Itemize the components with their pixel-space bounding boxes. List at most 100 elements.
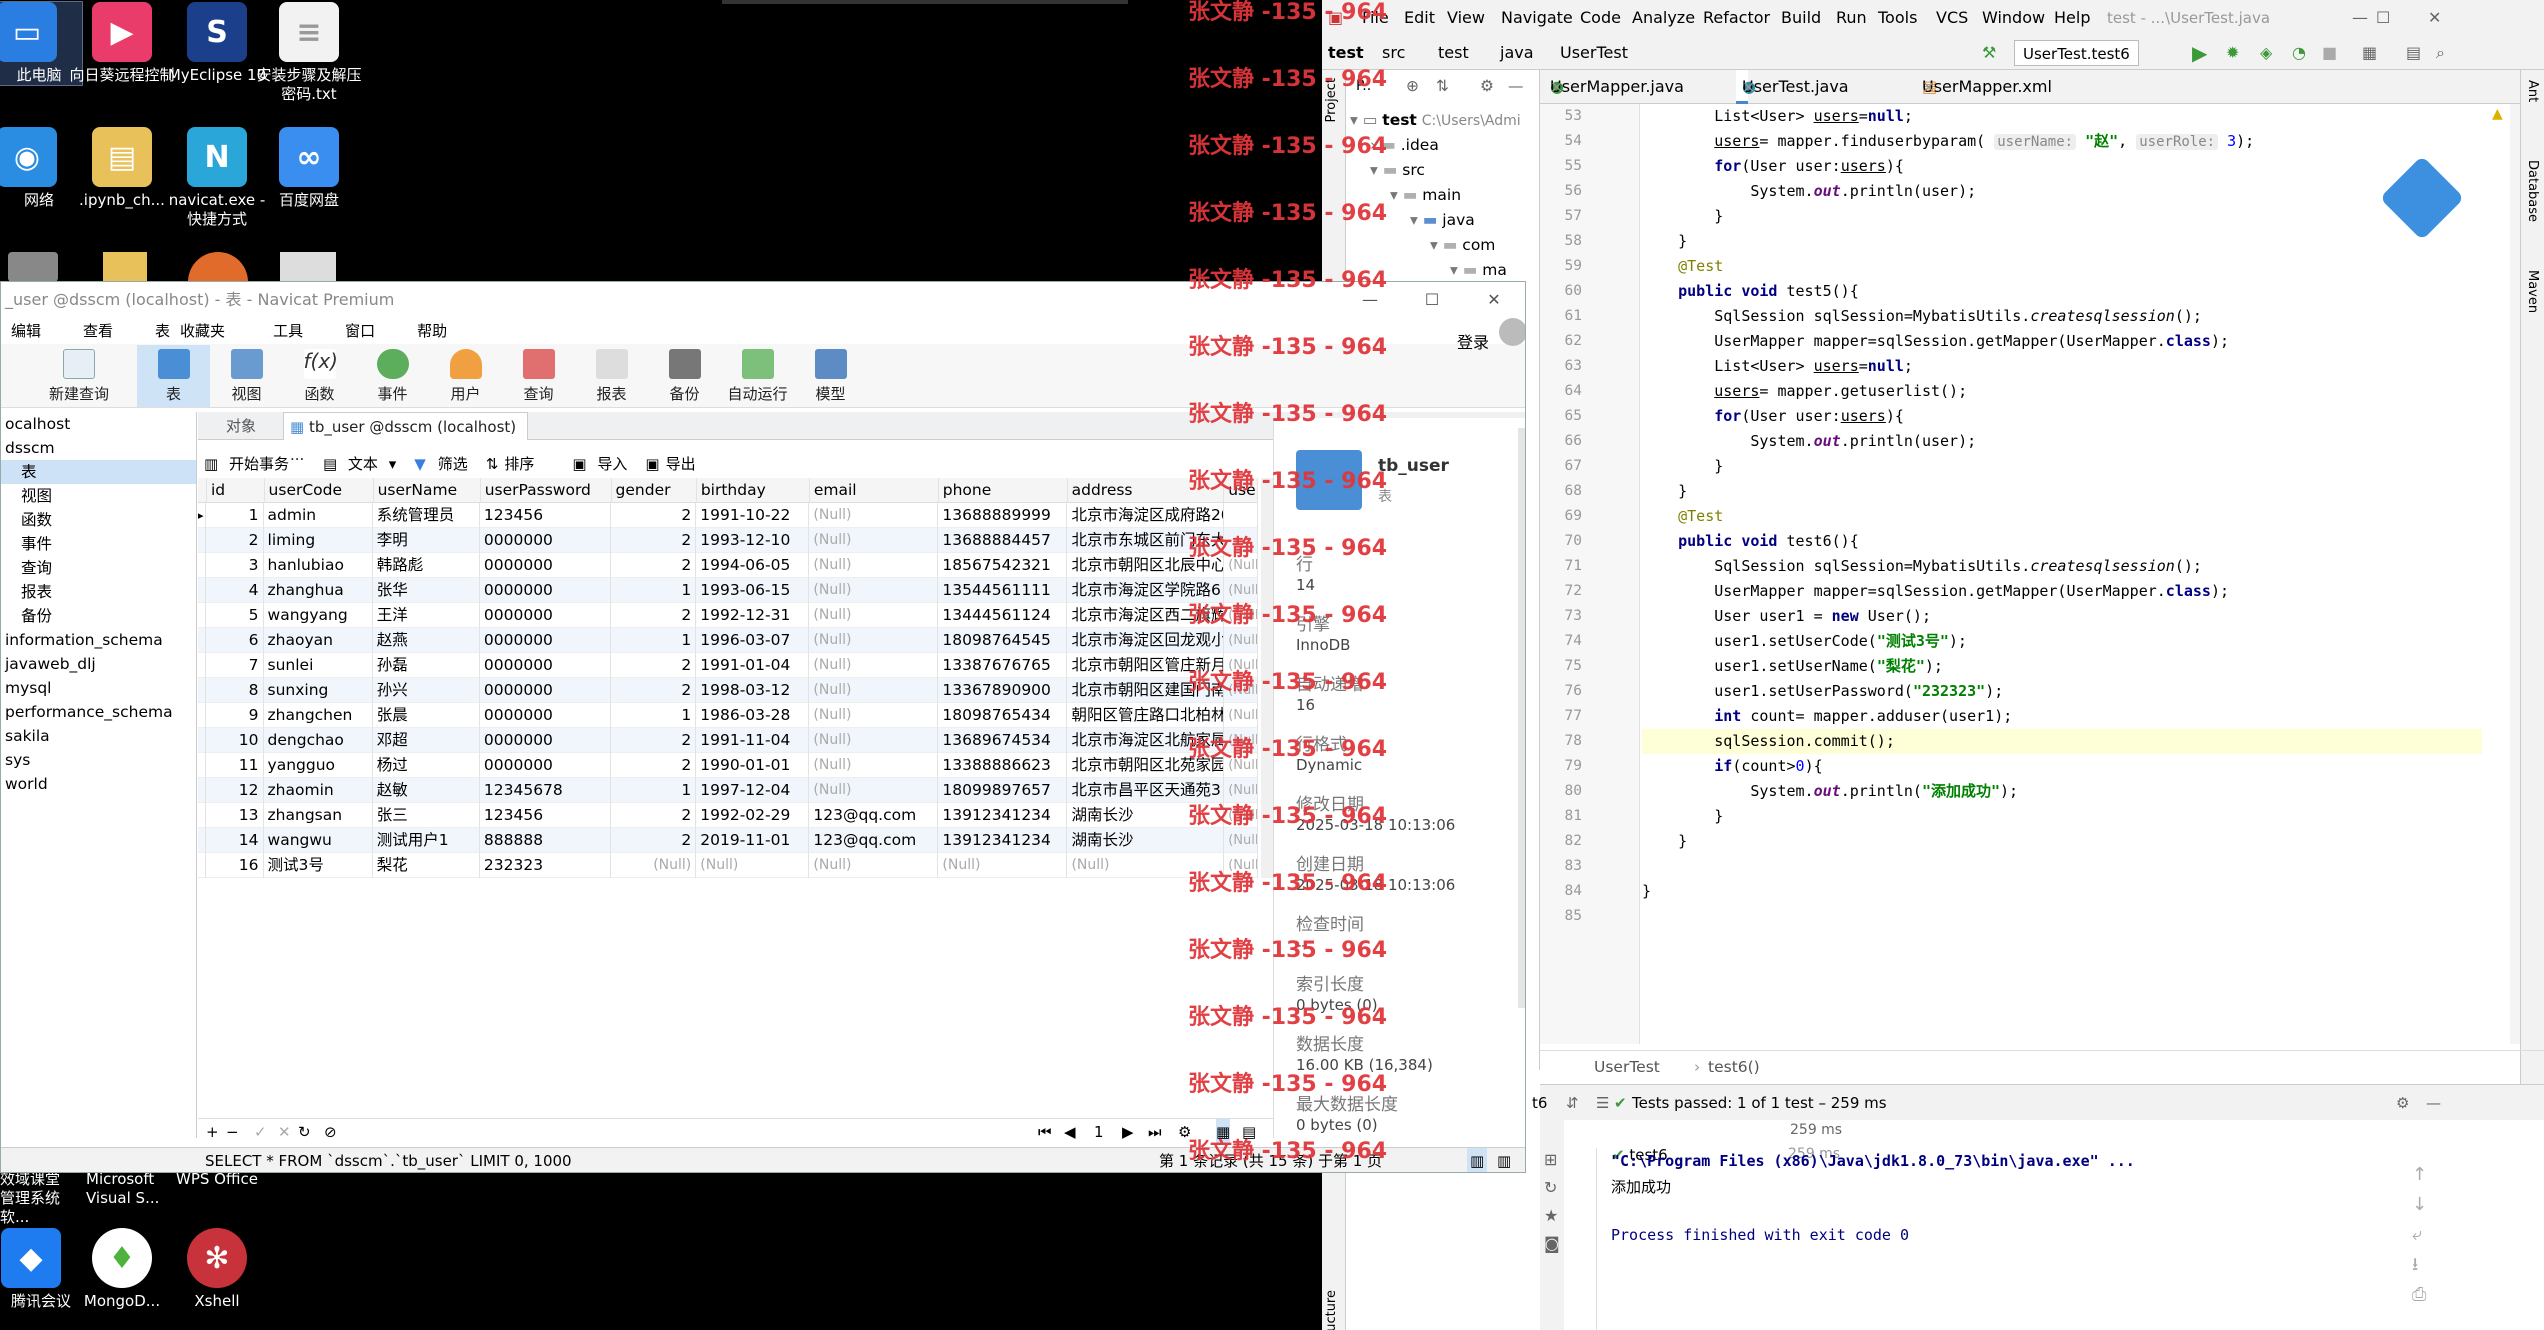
table-cell[interactable]: 梨花 [373,853,480,878]
table-cell[interactable]: (Null) [938,853,1068,878]
table-cell[interactable]: 朝阳区管庄路口北柏林 [1067,703,1225,728]
table-cell[interactable]: 0000000 [480,603,611,628]
table-cell[interactable]: sunlei [264,653,373,678]
delete-record-button[interactable]: − [226,1119,239,1145]
column-header[interactable]: birthday [697,478,810,503]
table-cell[interactable]: 2 [611,603,697,628]
page-number[interactable]: 1 [1094,1119,1104,1145]
run-icon[interactable]: ▶ [2192,36,2207,70]
table-cell[interactable]: 1992-02-29 [696,803,810,828]
table-row[interactable]: 4 zhanghua 张华 0000000 1 1993-06-15 (Null) 13544… [198,578,1258,603]
table-cell[interactable]: 1986-03-28 [696,703,810,728]
table-row[interactable]: 8 sunxing 孙兴 0000000 2 1998-03-12 (Null) 133678… [198,678,1258,703]
table-cell[interactable]: 2 [611,803,697,828]
table-cell[interactable]: (Null) [809,728,939,753]
table-cell[interactable]: 8 [206,678,264,703]
breadcrumb-java[interactable]: java [1500,36,1534,70]
collapse-icon[interactable]: ⇅ [1436,74,1449,99]
table-cell[interactable]: 孙兴 [373,678,480,703]
table-cell[interactable]: 13688889999 [938,503,1068,528]
text-button[interactable]: ▤ 文本 ▾ [317,452,402,476]
toolbar-report[interactable]: 报表 [575,345,648,407]
table-cell[interactable]: zhanghua [264,578,373,603]
toolbar-view[interactable]: 视图 [210,345,283,407]
table-cell[interactable]: 13688884457 [938,528,1068,553]
table-cell[interactable]: 1 [611,703,697,728]
row-marker[interactable]: ▸ [198,503,206,528]
menu-view[interactable]: 查看 [73,318,123,344]
console-output[interactable]: "C:\Program Files (x86)\Java\jdk1.8.0_73… [1596,1148,2386,1330]
table-cell[interactable]: 13 [206,803,264,828]
row-marker[interactable] [198,803,206,828]
scroll-end-icon[interactable]: ⭳ [2412,1250,2442,1280]
toolbar-model[interactable]: 模型 [794,345,867,407]
table-cell[interactable]: 赵敏 [373,778,480,803]
table-cell[interactable]: wangyang [264,603,373,628]
run-hide-icon[interactable]: — [2426,1085,2441,1121]
menu-code[interactable]: Code [1580,0,1621,36]
column-header[interactable]: gender [612,478,697,503]
row-marker[interactable] [198,853,206,878]
profile-icon[interactable]: ◔ [2292,36,2306,70]
table-cell[interactable]: 赵燕 [373,628,480,653]
scroll-down-icon[interactable]: ↓ [2412,1190,2442,1220]
toolbar-table[interactable]: 表 [137,345,210,407]
tree-db-dsscm[interactable]: dsscm [1,436,196,460]
rerun-icon[interactable]: ↻ [1544,1178,1557,1197]
collapse-all-icon[interactable]: ☰ [1596,1085,1609,1121]
table-row[interactable]: 12 zhaomin 赵敏 12345678 1 1997-12-04 (Null) 1809… [198,778,1258,803]
desktop-label-classroom[interactable]: 效域课堂管理系统软... [0,1170,72,1227]
tree-node-src[interactable]: ▾ ▬ src [1370,158,1425,183]
table-row[interactable]: ▸ 1 admin 系统管理员 123456 2 1991-10-22 (Null) 13688… [198,503,1258,528]
table-cell[interactable]: 杨过 [373,753,480,778]
pin-icon[interactable]: ⊞ [1544,1150,1557,1169]
menu-navigate[interactable]: Navigate [1501,0,1573,36]
table-cell[interactable]: 14 [206,828,264,853]
table-cell[interactable]: 1993-06-15 [696,578,810,603]
table-cell[interactable]: 邓超 [373,728,480,753]
table-cell[interactable]: 0000000 [480,578,611,603]
breadcrumb-test2[interactable]: test [1438,36,1469,70]
structure-tool-button[interactable]: Structure [1324,1290,1339,1330]
add-record-button[interactable]: + [206,1119,219,1145]
table-cell[interactable]: liming [264,528,373,553]
table-cell[interactable]: 1997-12-04 [696,778,810,803]
hide-icon[interactable]: — [1508,74,1524,99]
row-marker[interactable] [198,603,206,628]
table-cell[interactable]: 1 [611,628,697,653]
column-header[interactable]: id [207,478,265,503]
tree-node-main[interactable]: ▾ ▬ main [1390,183,1461,208]
run-config-select[interactable]: UserTest.test6 [2014,40,2139,66]
table-cell[interactable]: 0000000 [480,728,611,753]
desktop-icon-partial[interactable] [8,252,58,282]
print-icon[interactable]: ⎙ [2412,1280,2442,1310]
row-marker[interactable] [198,553,206,578]
export-button[interactable]: ▣ 导出 [639,452,707,476]
column-header[interactable]: userName [374,478,481,503]
column-header[interactable]: userCode [265,478,374,503]
table-cell[interactable]: wangwu [264,828,373,853]
row-marker[interactable] [198,678,206,703]
table-cell[interactable]: 测试用户1 [373,828,480,853]
table-cell[interactable]: 232323 [480,853,611,878]
qr-code-icon[interactable] [280,252,336,282]
menu-edit[interactable]: 编辑 [1,318,51,344]
minimize-button[interactable]: — [2352,0,2368,36]
table-cell[interactable]: 11 [206,753,264,778]
table-cell[interactable]: 张晨 [373,703,480,728]
tree-db-performance-schema[interactable]: performance_schema [1,700,196,724]
begin-transaction-button[interactable]: ▥ 开始事务 [198,452,301,476]
menu-tools[interactable]: Tools [1878,0,1917,36]
table-row[interactable]: 16 测试3号 梨花 232323 (Null) (Null) (Null) (Null) (N… [198,853,1258,878]
table-cell[interactable]: 888888 [480,828,611,853]
tree-db-sakila[interactable]: sakila [1,724,196,748]
search-icon[interactable]: ⌕ [2436,36,2445,70]
menu-vcs[interactable]: VCS [1936,0,1968,36]
table-row[interactable]: 3 hanlubiao 韩路彪 0000000 2 1994-06-05 (Null) 185… [198,553,1258,578]
table-cell[interactable]: 18099897657 [938,778,1068,803]
table-cell[interactable]: (Null) [809,528,939,553]
last-page-button[interactable]: ⏭ [1148,1119,1162,1145]
table-cell[interactable]: (Null) [809,778,939,803]
table-cell[interactable]: (Null) [809,753,939,778]
table-cell[interactable]: 12345678 [480,778,611,803]
